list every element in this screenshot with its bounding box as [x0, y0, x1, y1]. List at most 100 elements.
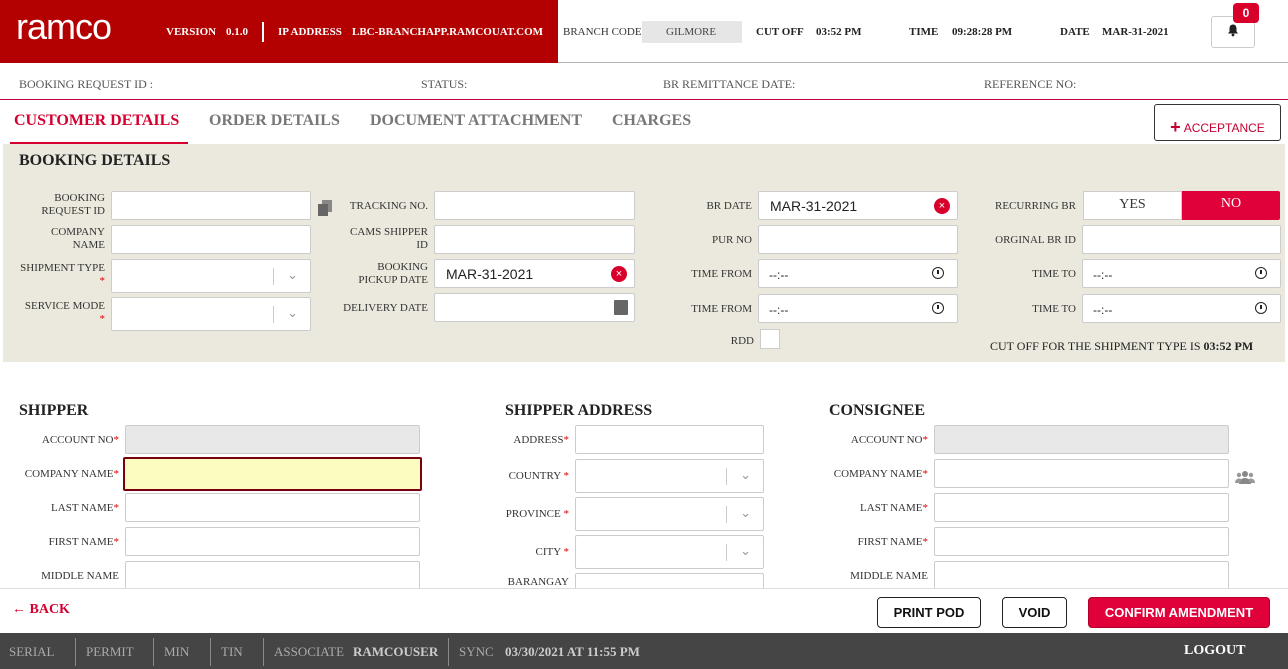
- booking-details-title: BOOKING DETAILS: [19, 152, 171, 169]
- recurring-br-label: RECURRING BR: [995, 200, 1076, 212]
- version-value: 0.1.0: [226, 26, 248, 38]
- acceptance-button[interactable]: + ACCEPTANCE: [1154, 104, 1281, 141]
- province-select[interactable]: ⌄: [575, 497, 764, 531]
- time-to-label: TIME TO: [1032, 268, 1076, 280]
- delivery-date-input[interactable]: [434, 293, 635, 322]
- branch-code-label: BRANCH CODE: [563, 26, 642, 38]
- time-from-label: TIME FROM: [691, 268, 752, 280]
- clock-icon[interactable]: [1255, 267, 1267, 279]
- cutoff-value: 03:52 PM: [816, 26, 862, 38]
- tab-document-attachment[interactable]: DOCUMENT ATTACHMENT: [370, 112, 582, 130]
- consignee-first-name-input[interactable]: [934, 527, 1229, 556]
- people-icon[interactable]: [1235, 470, 1255, 484]
- country-select[interactable]: ⌄: [575, 459, 764, 493]
- time-from-2-input[interactable]: --:--: [758, 294, 958, 323]
- time-to-2-label: TIME TO: [1032, 303, 1076, 315]
- consignee-company-name-input[interactable]: [934, 459, 1229, 488]
- print-pod-button[interactable]: PRINT POD: [877, 597, 981, 628]
- date-label: DATE: [1060, 26, 1090, 38]
- tab-customer-details[interactable]: CUSTOMER DETAILS: [14, 112, 179, 130]
- status-bar: [0, 633, 1288, 669]
- shipper-company-name-input[interactable]: [123, 457, 422, 491]
- clear-icon[interactable]: ×: [611, 266, 627, 282]
- ip-value: LBC-BRANCHAPP.RAMCOUAT.COM: [352, 26, 544, 38]
- void-button[interactable]: VOID: [1002, 597, 1067, 628]
- cutoff-shipment-note: CUT OFF FOR THE SHIPMENT TYPE IS 03:52 P…: [990, 339, 1254, 353]
- shipper-account-no-input[interactable]: [125, 425, 420, 454]
- tracking-no-input[interactable]: [434, 191, 635, 220]
- province-label: PROVINCE *: [505, 508, 569, 520]
- clock-icon[interactable]: [932, 267, 944, 279]
- sync-label: SYNC: [459, 644, 494, 659]
- shipper-middle-name-label: MIDDLE NAME: [41, 570, 119, 582]
- shipment-type-select[interactable]: ⌄: [111, 259, 311, 293]
- consignee-last-name-label: LAST NAME*: [860, 502, 928, 514]
- chevron-down-icon: ⌄: [740, 505, 751, 520]
- back-button[interactable]: ← BACK: [12, 600, 70, 618]
- status-divider: [448, 638, 449, 666]
- clear-icon[interactable]: ×: [934, 198, 950, 214]
- consignee-middle-name-label: MIDDLE NAME: [850, 570, 928, 582]
- bell-icon: [1228, 24, 1238, 37]
- city-label: CITY *: [535, 546, 569, 558]
- shipper-middle-name-input[interactable]: [125, 561, 420, 590]
- original-br-id-input[interactable]: [1082, 225, 1281, 254]
- tab-charges[interactable]: CHARGES: [612, 112, 691, 130]
- booking-request-id-info: BOOKING REQUEST ID :: [19, 77, 154, 91]
- ramco-logo: ramco: [16, 6, 112, 47]
- version-label: VERSION: [166, 26, 217, 38]
- shipper-last-name-label: LAST NAME*: [51, 502, 119, 514]
- shipper-account-no-label: ACCOUNT NO*: [41, 434, 119, 446]
- logout-button[interactable]: LOGOUT: [1184, 643, 1245, 659]
- clock-icon[interactable]: [1255, 302, 1267, 314]
- clock-icon[interactable]: [932, 302, 944, 314]
- calendar-icon[interactable]: [614, 300, 628, 315]
- pur-no-input[interactable]: [758, 225, 958, 254]
- company-name-input[interactable]: [111, 225, 311, 254]
- status-divider: [75, 638, 76, 666]
- serial-label: SERIAL: [9, 644, 55, 659]
- plus-icon: +: [1170, 117, 1181, 137]
- consignee-last-name-input[interactable]: [934, 493, 1229, 522]
- ip-label: IP ADDRESS: [278, 26, 342, 38]
- service-mode-select[interactable]: ⌄: [111, 297, 311, 331]
- shipper-first-name-input[interactable]: [125, 527, 420, 556]
- booking-pickup-date-label: BOOKING PICKUP DATE: [358, 261, 428, 286]
- shipper-first-name-label: FIRST NAME*: [48, 536, 119, 548]
- booking-request-id-input[interactable]: [111, 191, 311, 220]
- consignee-middle-name-input[interactable]: [934, 561, 1229, 590]
- tracking-no-label: TRACKING NO.: [349, 200, 428, 212]
- rdd-label: RDD: [730, 335, 754, 347]
- company-name-label: COMPANY NAME: [50, 226, 105, 251]
- cams-shipper-id-input[interactable]: [434, 225, 635, 254]
- acceptance-label: ACCEPTANCE: [1183, 121, 1265, 135]
- pur-no-label: PUR NO: [711, 234, 752, 246]
- booking-pickup-date-input[interactable]: MAR-31-2021 ×: [434, 259, 635, 288]
- tin-label: TIN: [221, 644, 243, 659]
- consignee-title: CONSIGNEE: [829, 402, 926, 419]
- chevron-down-icon: ⌄: [740, 543, 751, 558]
- notification-count-badge: 0: [1233, 3, 1259, 23]
- header-divider: [262, 22, 264, 42]
- br-date-input[interactable]: MAR-31-2021 ×: [758, 191, 958, 220]
- consignee-account-no-input[interactable]: [934, 425, 1229, 454]
- tab-order-details[interactable]: ORDER DETAILS: [209, 112, 340, 130]
- address-input[interactable]: [575, 425, 764, 454]
- city-select[interactable]: ⌄: [575, 535, 764, 569]
- br-date-label: BR DATE: [706, 200, 752, 212]
- shipper-last-name-input[interactable]: [125, 493, 420, 522]
- status-divider: [153, 638, 154, 666]
- time-to-input[interactable]: --:--: [1082, 259, 1281, 288]
- status-divider: [263, 638, 264, 666]
- shipper-title: SHIPPER: [19, 402, 89, 419]
- confirm-amendment-button[interactable]: CONFIRM AMENDMENT: [1088, 597, 1270, 628]
- recurring-yes-toggle[interactable]: YES: [1083, 191, 1182, 220]
- permit-label: PERMIT: [86, 644, 134, 659]
- booking-info-bar: [0, 64, 1288, 100]
- booking-request-id-label: BOOKING REQUEST ID: [41, 192, 105, 217]
- address-label: ADDRESS*: [513, 434, 569, 446]
- recurring-no-toggle[interactable]: NO: [1182, 191, 1280, 220]
- rdd-checkbox[interactable]: [760, 329, 780, 349]
- time-to-2-input[interactable]: --:--: [1082, 294, 1281, 323]
- time-from-input[interactable]: --:--: [758, 259, 958, 288]
